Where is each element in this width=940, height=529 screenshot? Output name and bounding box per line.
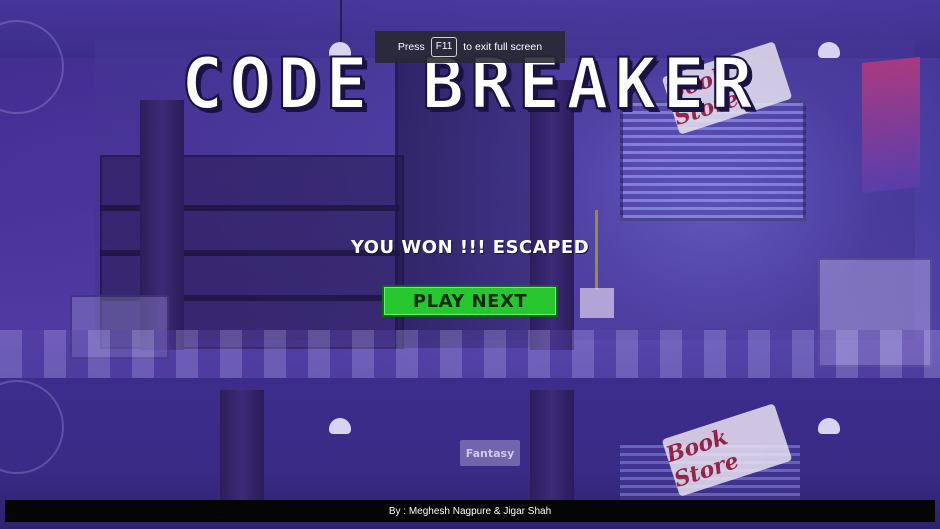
fantasy-label: Fantasy	[460, 440, 520, 466]
toast-suffix-text: to exit full screen	[463, 41, 543, 53]
ceiling-lamp	[818, 418, 840, 434]
pillar	[220, 390, 264, 500]
ceiling-lamp	[329, 418, 351, 434]
fullscreen-toast: Press F11 to exit full screen	[375, 31, 565, 63]
checkered-floor	[0, 330, 940, 380]
lamp-cord	[340, 0, 342, 42]
credits-footer: By : Meghesh Nagpure & Jigar Shah	[5, 500, 935, 522]
win-message: YOU WON !!! ESCAPED	[350, 237, 590, 258]
plant-pot	[580, 288, 614, 318]
f11-key-badge: F11	[430, 37, 458, 57]
play-next-button[interactable]: PLAY NEXT	[382, 285, 558, 317]
toast-press-text: Press	[397, 41, 425, 53]
pillar	[530, 390, 574, 500]
game-screen: Book Store Book Store Fantasy Press F11 …	[0, 0, 940, 529]
